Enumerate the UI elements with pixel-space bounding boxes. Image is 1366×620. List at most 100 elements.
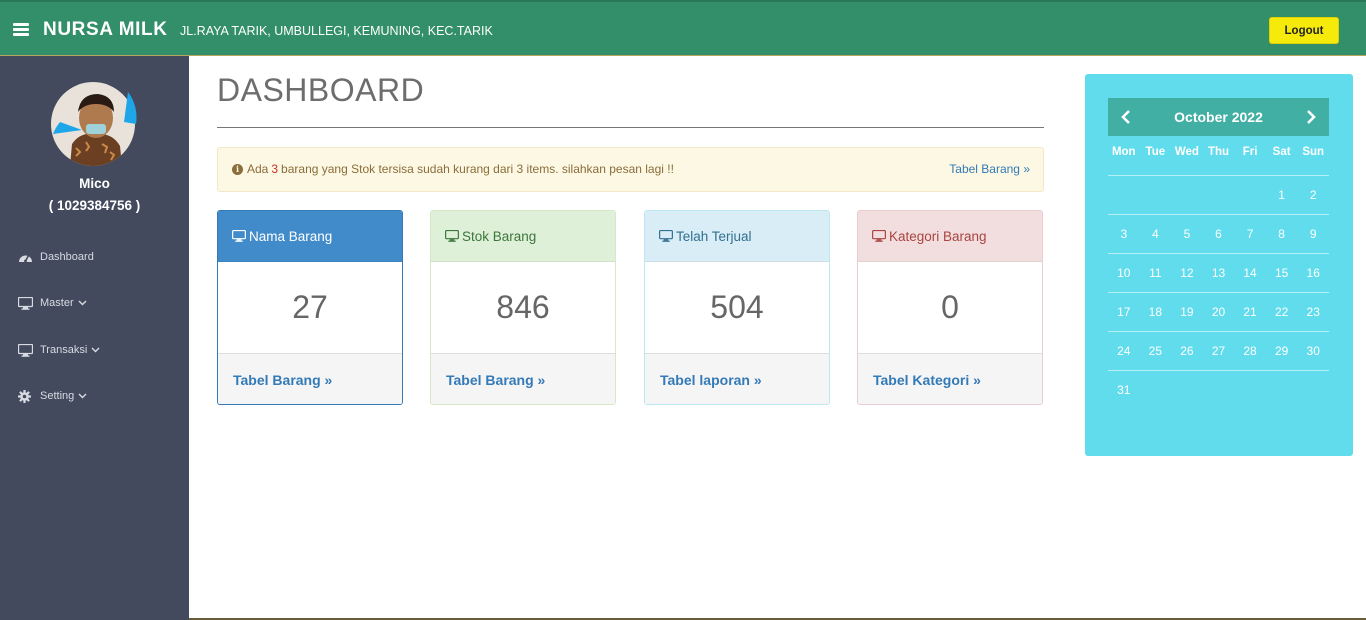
calendar-day[interactable]: 13: [1203, 266, 1235, 280]
sidebar: Mico ( 1029384756 ) Dashboard Master Tra…: [0, 56, 189, 620]
calendar-grid: 1 2 3 4 5 6 7 8 9 10 11 12 13 14 15 16 17 18 19 20 21 22 23 24 2…: [1108, 175, 1329, 409]
card-link[interactable]: Tabel Barang »: [218, 353, 402, 404]
gear-icon: [18, 389, 34, 403]
monitor-icon: [445, 230, 459, 242]
weekday-label: Fri: [1242, 146, 1258, 158]
weekday-label: Mon: [1111, 146, 1136, 158]
calendar-day[interactable]: 30: [1297, 344, 1329, 358]
title-divider: [217, 127, 1044, 128]
monitor-icon: [18, 296, 34, 310]
card-kategori-barang: Kategori Barang 0 Tabel Kategori »: [857, 210, 1043, 405]
calendar-week-row: 24 25 26 27 28 29 30: [1108, 331, 1329, 370]
calendar-day[interactable]: 2: [1297, 188, 1329, 202]
monitor-icon: [872, 230, 886, 242]
calendar-day[interactable]: 5: [1171, 227, 1203, 241]
weekday-label: Wed: [1174, 146, 1199, 158]
calendar-day[interactable]: 10: [1108, 266, 1140, 280]
info-icon: i: [232, 163, 243, 175]
calendar-day[interactable]: 16: [1297, 266, 1329, 280]
calendar-week-row: 10 11 12 13 14 15 16: [1108, 253, 1329, 292]
weekday-label: Tue: [1145, 146, 1166, 158]
card-nama-barang: Nama Barang 27 Tabel Barang »: [217, 210, 403, 405]
page-title: DASHBOARD: [217, 72, 425, 108]
calendar-day[interactable]: 28: [1234, 344, 1266, 358]
sidebar-item-label: Master: [40, 297, 74, 309]
calendar-day[interactable]: 12: [1171, 266, 1203, 280]
sidebar-item-dashboard[interactable]: Dashboard: [18, 247, 94, 267]
chevron-right-icon[interactable]: [1295, 98, 1327, 136]
chevron-down-icon: [91, 345, 100, 355]
alert-message: barang yang Stok tersisa sudah kurang da…: [281, 162, 674, 176]
calendar-day[interactable]: 9: [1297, 227, 1329, 241]
calendar-day[interactable]: 8: [1266, 227, 1298, 241]
calendar-day[interactable]: 26: [1171, 344, 1203, 358]
user-id: ( 1029384756 ): [48, 198, 141, 213]
alert-prefix: Ada: [247, 162, 269, 176]
chevron-down-icon: [78, 391, 87, 401]
sidebar-item-transaksi[interactable]: Transaksi: [18, 340, 100, 360]
sidebar-item-master[interactable]: Master: [18, 293, 87, 313]
card-value: 504: [710, 289, 764, 325]
chevron-down-icon: [78, 298, 87, 308]
weekday-label: Sun: [1302, 146, 1325, 158]
calendar-day[interactable]: 21: [1234, 305, 1266, 319]
calendar-month-label[interactable]: October 2022: [1174, 109, 1263, 125]
calendar-day[interactable]: 1: [1266, 188, 1298, 202]
calendar-weekdays: Mon Tue Wed Thu Fri Sat Sun: [1108, 146, 1329, 158]
calendar-day[interactable]: 23: [1297, 305, 1329, 319]
card-stok-barang: Stok Barang 846 Tabel Barang »: [430, 210, 616, 405]
calendar-day[interactable]: 24: [1108, 344, 1140, 358]
alert-table-link[interactable]: Tabel Barang »: [949, 162, 1030, 176]
sidebar-item-label: Dashboard: [40, 251, 94, 263]
monitor-icon: [232, 230, 246, 242]
calendar-day[interactable]: 18: [1140, 305, 1172, 319]
weekday-label: Thu: [1207, 146, 1230, 158]
calendar-week-row: 17 18 19 20 21 22 23: [1108, 292, 1329, 331]
sidebar-item-label: Transaksi: [40, 344, 88, 356]
card-value: 846: [496, 289, 550, 325]
calendar-day[interactable]: 4: [1140, 227, 1172, 241]
logout-button[interactable]: Logout: [1269, 17, 1339, 44]
calendar-day[interactable]: 25: [1140, 344, 1172, 358]
calendar-day[interactable]: 3: [1108, 227, 1140, 241]
calendar-day[interactable]: 27: [1203, 344, 1235, 358]
card-title: Nama Barang: [249, 228, 333, 244]
user-name: Mico: [79, 176, 110, 191]
sidebar-item-label: Setting: [40, 390, 75, 402]
calendar-day[interactable]: 19: [1171, 305, 1203, 319]
calendar-day[interactable]: 11: [1140, 266, 1172, 280]
stock-alert: i Ada 3 barang yang Stok tersisa sudah k…: [217, 147, 1044, 192]
monitor-icon: [659, 230, 673, 242]
calendar-week-row: 12: [1108, 175, 1329, 214]
calendar-day[interactable]: 17: [1108, 305, 1140, 319]
card-telah-terjual: Telah Terjual 504 Tabel laporan »: [644, 210, 830, 405]
card-link[interactable]: Tabel Kategori »: [858, 353, 1042, 404]
calendar-day[interactable]: 14: [1234, 266, 1266, 280]
calendar-day[interactable]: 20: [1203, 305, 1235, 319]
card-link[interactable]: Tabel laporan »: [645, 353, 829, 404]
calendar-day[interactable]: 31: [1108, 383, 1140, 397]
hamburger-icon[interactable]: [13, 23, 29, 36]
card-title: Telah Terjual: [676, 228, 752, 244]
card-value: 0: [941, 289, 959, 325]
alert-count: 3: [271, 162, 279, 176]
card-title: Kategori Barang: [889, 228, 987, 244]
card-link[interactable]: Tabel Barang »: [431, 353, 615, 404]
card-title: Stok Barang: [462, 228, 537, 244]
chevron-left-icon[interactable]: [1110, 98, 1142, 136]
calendar-day[interactable]: 15: [1266, 266, 1298, 280]
monitor-icon: [18, 343, 34, 357]
top-navbar: NURSA MILK JL.RAYA TARIK, UMBULLEGI, KEM…: [0, 0, 1366, 56]
user-avatar: [50, 82, 140, 166]
calendar-day[interactable]: 7: [1234, 227, 1266, 241]
calendar-day[interactable]: 6: [1203, 227, 1235, 241]
weekday-label: Sat: [1272, 146, 1291, 158]
calendar-panel: October 2022 Mon Tue Wed Thu Fri Sat Sun…: [1085, 74, 1353, 456]
calendar-week-row: 3456789: [1108, 214, 1329, 253]
brand-name[interactable]: NURSA MILK: [43, 19, 168, 41]
calendar-day[interactable]: 22: [1266, 305, 1298, 319]
calendar-day[interactable]: 29: [1266, 344, 1298, 358]
sidebar-item-setting[interactable]: Setting: [18, 386, 87, 406]
store-address: JL.RAYA TARIK, UMBULLEGI, KEMUNING, KEC.…: [180, 24, 493, 38]
dashboard-icon: [18, 250, 34, 264]
